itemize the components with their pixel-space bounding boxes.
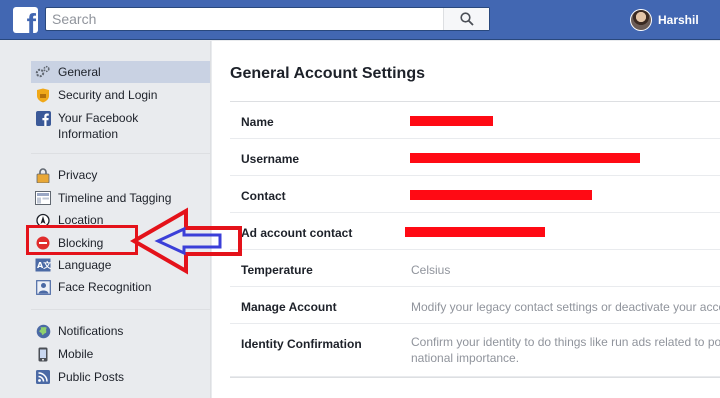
sidebar-item-public-posts[interactable]: Public Posts bbox=[31, 366, 210, 388]
settings-row-value: Modify your legacy contact settings or d… bbox=[411, 300, 720, 314]
annotation-highlight-box bbox=[26, 225, 138, 255]
settings-row-value: Celsius bbox=[411, 263, 451, 277]
language-icon: A文 bbox=[35, 257, 51, 273]
sidebar-item-label: Privacy bbox=[58, 168, 98, 182]
search-input[interactable] bbox=[46, 8, 446, 30]
gears-icon bbox=[35, 64, 51, 80]
settings-row-label: Manage Account bbox=[241, 300, 337, 314]
lock-icon bbox=[35, 167, 51, 183]
settings-row-username[interactable]: Username bbox=[230, 139, 720, 176]
sidebar-item-label: Mobile bbox=[58, 347, 94, 361]
sidebar-item-your-facebook-information[interactable]: Your Facebook Information bbox=[31, 107, 210, 145]
settings-list: Name Username Contact Ad account contact… bbox=[230, 101, 720, 377]
sidebar-item-privacy[interactable]: Privacy bbox=[31, 164, 210, 186]
settings-row-label: Temperature bbox=[241, 263, 313, 277]
facebook-icon bbox=[35, 110, 51, 126]
sidebar-item-label: Your Facebook Information bbox=[58, 111, 139, 141]
user-name[interactable]: Harshil bbox=[658, 13, 699, 27]
facebook-logo[interactable]: f bbox=[13, 7, 38, 33]
mobile-icon bbox=[35, 346, 51, 362]
shield-icon bbox=[35, 87, 51, 103]
globe-icon bbox=[35, 323, 51, 339]
search-icon bbox=[459, 12, 474, 26]
settings-row-manage-account[interactable]: Manage Account Modify your legacy contac… bbox=[230, 287, 720, 324]
settings-bottom-divider bbox=[230, 377, 720, 378]
face-recognition-icon bbox=[35, 279, 51, 295]
redacted-value bbox=[410, 153, 640, 163]
settings-row-label: Contact bbox=[241, 189, 286, 203]
page-title: General Account Settings bbox=[230, 65, 425, 82]
timeline-icon bbox=[35, 190, 51, 206]
settings-row-label: Username bbox=[241, 152, 300, 166]
rss-icon bbox=[35, 369, 51, 385]
search-button[interactable] bbox=[443, 8, 489, 30]
settings-row-name[interactable]: Name bbox=[230, 102, 720, 139]
sidebar-item-label: Face Recognition bbox=[58, 280, 152, 294]
sidebar-divider bbox=[31, 309, 210, 310]
sidebar-item-label: Timeline and Tagging bbox=[58, 191, 172, 205]
redacted-value bbox=[405, 227, 545, 237]
sidebar-item-mobile[interactable]: Mobile bbox=[31, 343, 210, 365]
sidebar-item-label: Public Posts bbox=[58, 370, 125, 384]
settings-row-temperature[interactable]: Temperature Celsius bbox=[230, 250, 720, 287]
user-profile-link[interactable]: Harshil bbox=[630, 8, 699, 32]
avatar[interactable] bbox=[630, 9, 652, 31]
settings-row-identity-confirmation[interactable]: Identity Confirmation Confirm your ident… bbox=[230, 324, 720, 377]
sidebar-item-label: General bbox=[58, 65, 101, 79]
redacted-value bbox=[410, 190, 592, 200]
settings-row-contact[interactable]: Contact bbox=[230, 176, 720, 213]
sidebar-item-security[interactable]: Security and Login bbox=[31, 84, 210, 106]
sidebar-divider bbox=[31, 153, 210, 154]
sidebar-item-face-recognition[interactable]: Face Recognition bbox=[31, 276, 210, 298]
sidebar-item-general[interactable]: General bbox=[31, 61, 210, 83]
annotation-arrow bbox=[129, 207, 242, 275]
sidebar-item-notifications[interactable]: Notifications bbox=[31, 320, 210, 342]
svg-text:A文: A文 bbox=[37, 260, 51, 270]
sidebar-item-label: Security and Login bbox=[58, 88, 158, 102]
settings-row-value: Confirm your identity to do things like … bbox=[411, 335, 720, 365]
redacted-value bbox=[410, 116, 493, 126]
settings-row-ad-account-contact[interactable]: Ad account contact bbox=[230, 213, 720, 250]
sidebar-item-label: Notifications bbox=[58, 324, 124, 338]
top-bar: f Harshil bbox=[0, 0, 720, 40]
sidebar-item-label: Language bbox=[58, 258, 112, 272]
search-box bbox=[45, 7, 490, 31]
settings-row-label: Name bbox=[241, 115, 274, 129]
settings-row-label: Ad account contact bbox=[241, 226, 353, 240]
settings-row-label: Identity Confirmation bbox=[241, 337, 362, 351]
main-content: General Account Settings Name Username C… bbox=[212, 41, 720, 398]
